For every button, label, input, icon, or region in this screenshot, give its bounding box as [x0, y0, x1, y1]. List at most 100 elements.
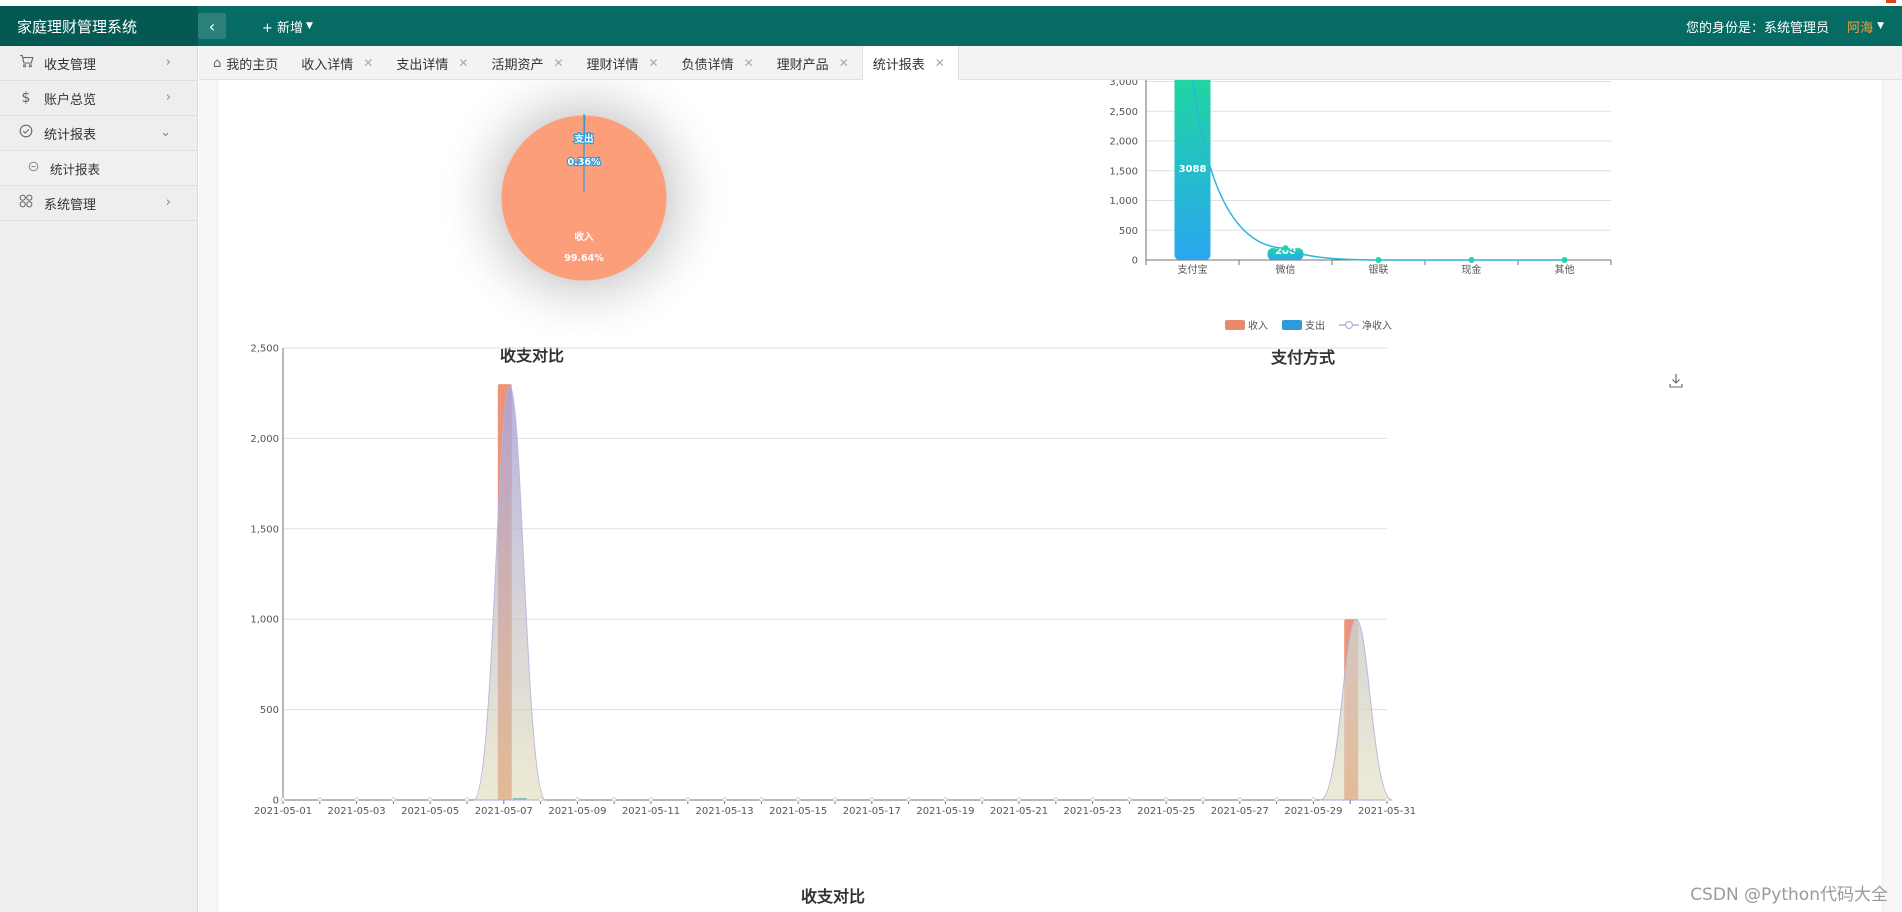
net-income-point[interactable] — [427, 797, 433, 802]
tab-label: 统计报表 — [872, 57, 925, 73]
net-income-point[interactable] — [1237, 797, 1243, 802]
chevron-right-icon: › — [165, 90, 171, 105]
close-icon[interactable]: ✕ — [458, 56, 468, 70]
net-income-point[interactable] — [1127, 797, 1132, 802]
net-income-point[interactable] — [1274, 797, 1279, 802]
chevron-right-icon: › — [165, 55, 171, 70]
close-icon[interactable]: ✕ — [744, 56, 754, 70]
net-income-point[interactable] — [1384, 797, 1390, 802]
tab-finance-products[interactable]: 理财产品 ✕ — [767, 46, 862, 80]
sidebar-subitem-reports[interactable]: 统计报表 — [0, 151, 197, 186]
sidebar-item-label: 统计报表 — [44, 127, 97, 143]
legend-label[interactable]: 净收入 — [1362, 320, 1392, 332]
x-tick-label: 2021-05-31 — [1358, 806, 1416, 817]
app-header: 家庭理财管理系统 ‹ + 新增 ▼ 您的身份是：系统管理员 阿海 ▼ — [0, 6, 1902, 46]
sidebar-item-income-expense[interactable]: 收支管理 › — [0, 46, 197, 81]
sidebar-item-label: 收支管理 — [44, 57, 97, 73]
tab-expense-details[interactable]: 支出详情 ✕ — [386, 46, 481, 80]
net-income-point[interactable] — [685, 797, 691, 802]
check-circle-icon — [17, 124, 35, 142]
y-tick-label: 0 — [273, 796, 279, 807]
net-income-point[interactable] — [575, 797, 580, 802]
collapse-sidebar-button[interactable]: ‹ — [198, 13, 226, 39]
close-icon[interactable]: ✕ — [649, 56, 659, 70]
net-income-point[interactable] — [869, 797, 875, 802]
net-income-point[interactable] — [280, 797, 286, 802]
net-income-point[interactable] — [1090, 797, 1095, 802]
tab-statistics[interactable]: 统计报表 ✕ — [861, 46, 959, 80]
close-icon[interactable]: ✕ — [839, 56, 849, 70]
net-income-point[interactable] — [391, 797, 396, 802]
line-point[interactable] — [1282, 245, 1289, 252]
identity-label: 您的身份是：系统管理员 — [1686, 20, 1830, 36]
y-tick-label: 2,000 — [1109, 137, 1138, 148]
net-income-point[interactable] — [722, 797, 727, 802]
add-new-menu[interactable]: + 新增 ▼ — [262, 6, 313, 46]
net-income-area[interactable] — [473, 385, 547, 801]
tab-label: 理财详情 — [586, 57, 639, 73]
download-icon[interactable] — [1668, 373, 1684, 389]
tab-label: 收入详情 — [301, 57, 354, 73]
payment-bar-chart: 05001,0001,5002,0002,5003,0003088支付宝200微… — [1109, 80, 1612, 276]
legend-label[interactable]: 收入 — [1248, 320, 1268, 332]
tab-income-details[interactable]: 收入详情 ✕ — [291, 46, 386, 80]
pie-label-income-percent: 99.64% — [564, 253, 604, 264]
close-icon[interactable]: ✕ — [363, 56, 373, 70]
net-income-point[interactable] — [538, 797, 543, 802]
net-income-point[interactable] — [1016, 797, 1022, 802]
bar-value-label: 3088 — [1179, 164, 1207, 175]
net-income-point[interactable] — [979, 797, 985, 802]
caret-down-icon[interactable]: ▼ — [1877, 21, 1884, 31]
user-area: 您的身份是：系统管理员 阿海 ▼ — [1686, 6, 1884, 46]
x-tick-label: 2021-05-07 — [475, 806, 533, 817]
tab-current-assets[interactable]: 活期资产 ✕ — [481, 46, 576, 80]
net-income-point[interactable] — [906, 797, 911, 802]
legend-swatch[interactable] — [1282, 320, 1302, 330]
sidebar-subitem-label: 统计报表 — [50, 161, 101, 177]
grid-icon — [17, 194, 35, 212]
net-income-point[interactable] — [1163, 797, 1169, 802]
net-income-point[interactable] — [464, 797, 470, 802]
net-income-point[interactable] — [759, 797, 764, 802]
dollar-icon: $ — [21, 90, 31, 106]
sidebar-item-reports[interactable]: 统计报表 ⌄ — [0, 116, 197, 151]
tab-bar: ⌂ 我的主页 收入详情 ✕ 支出详情 ✕ 活期资产 ✕ 理财详情 ✕ 负债详情 ✕ 理财产品… — [199, 46, 1902, 80]
tab-home[interactable]: ⌂ 我的主页 — [203, 46, 291, 80]
net-income-point[interactable] — [648, 797, 654, 802]
tab-liability-details[interactable]: 负债详情 ✕ — [672, 46, 767, 80]
x-tick-label: 2021-05-21 — [990, 806, 1048, 817]
net-income-point[interactable] — [795, 797, 801, 802]
net-income-point[interactable] — [1053, 797, 1059, 802]
chevron-right-icon: › — [165, 195, 171, 210]
sidebar-item-system[interactable]: 系统管理 › — [0, 186, 197, 221]
tab-label: 活期资产 — [491, 57, 544, 73]
user-name-menu[interactable]: 阿海 — [1847, 17, 1873, 36]
close-icon[interactable]: ✕ — [935, 56, 945, 70]
y-tick-label: 1,500 — [1109, 166, 1138, 177]
income-expense-time-chart: 收入 支出 净收入 0 500 1,000 1,500 2,000 2,500 2021-05-0… — [250, 320, 1416, 817]
x-tick-label: 2021-05-25 — [1137, 806, 1195, 817]
y-tick-label: 500 — [260, 705, 279, 716]
line-point[interactable] — [1375, 257, 1382, 263]
net-income-point[interactable] — [354, 797, 359, 802]
legend-swatch[interactable] — [1225, 320, 1245, 330]
sidebar-item-accounts[interactable]: $ 账户总览 › — [0, 81, 197, 116]
pie-label-expense-name: 支出 — [573, 133, 593, 145]
net-income-point[interactable] — [1200, 797, 1206, 802]
net-income-point[interactable] — [611, 797, 617, 802]
net-income-point[interactable] — [1311, 797, 1316, 802]
legend-label[interactable]: 支出 — [1305, 320, 1325, 332]
net-income-point[interactable] — [943, 797, 948, 802]
chevron-down-icon: ⌄ — [160, 125, 171, 140]
close-icon[interactable]: ✕ — [553, 56, 563, 70]
x-tick-label: 现金 — [1462, 263, 1482, 276]
payment-line — [1192, 80, 1565, 261]
net-income-point[interactable] — [317, 797, 323, 802]
y-tick-label: 1,000 — [250, 615, 279, 626]
app-title: 家庭理财管理系统 — [0, 6, 198, 46]
line-point[interactable] — [1561, 257, 1568, 263]
net-income-point[interactable] — [832, 797, 838, 802]
line-point[interactable] — [1468, 257, 1475, 263]
tab-finance-details[interactable]: 理财详情 ✕ — [577, 46, 672, 80]
sidebar-item-label: 账户总览 — [44, 92, 97, 108]
